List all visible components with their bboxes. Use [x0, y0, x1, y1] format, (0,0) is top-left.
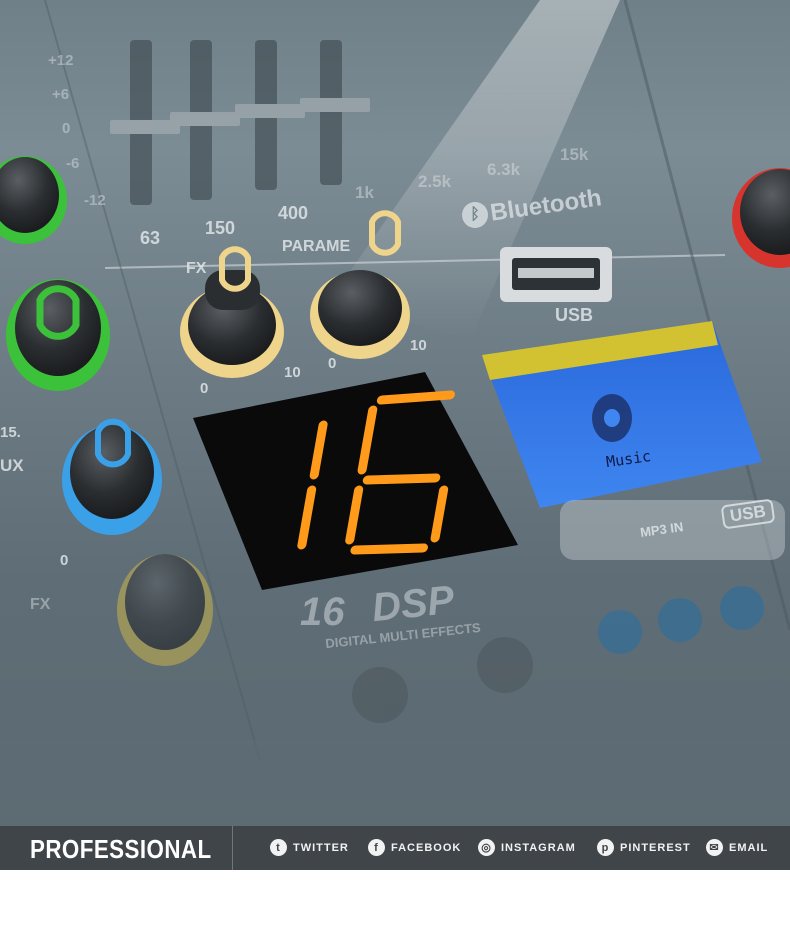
email-link[interactable]: ✉ EMAIL	[706, 839, 768, 856]
eq-freq-label: 63	[140, 228, 161, 248]
blue-knob	[62, 418, 162, 535]
knob-max-label: 10	[410, 337, 427, 354]
pinterest-icon: p	[597, 839, 614, 856]
fx-label-lower: FX	[30, 596, 51, 613]
eq-freq-label: 150	[205, 218, 236, 238]
aux-label: UX	[0, 456, 24, 475]
parameter-label: PARAME	[282, 238, 351, 255]
pinterest-link[interactable]: p PINTEREST	[597, 839, 691, 856]
facebook-label: FACEBOOK	[391, 841, 462, 854]
green-knob-mid	[6, 279, 110, 391]
yellow-knob-low	[117, 554, 213, 666]
eq-scale-label: -12	[84, 192, 106, 209]
lcd-screen	[482, 321, 762, 508]
brand-label: PROFESSIONAL	[30, 834, 212, 864]
footer-bar: PROFESSIONAL t TWITTER f FACEBOOK ◎ INST…	[0, 826, 790, 870]
eq-scale-label: 0	[62, 120, 71, 137]
eq-freq-label: 15k	[560, 145, 589, 164]
eq-scale-label: -6	[66, 155, 80, 172]
twitter-link[interactable]: t TWITTER	[270, 839, 349, 856]
email-icon: ✉	[706, 839, 723, 856]
eq-freq-label: 6.3k	[487, 160, 521, 179]
twitter-icon: t	[270, 839, 287, 856]
twitter-label: TWITTER	[293, 841, 349, 854]
usb-label: USB	[555, 305, 594, 325]
seven-segment-display	[193, 372, 518, 590]
fx-knob-right	[310, 210, 410, 359]
bluetooth-icon: ᛒ	[462, 202, 488, 228]
knob-min-label: 0	[328, 355, 337, 372]
knob-max-label: 10	[284, 364, 301, 381]
usb-port-graphic	[500, 247, 612, 302]
mixer-panel-graphic	[0, 0, 790, 826]
instagram-link[interactable]: ◎ INSTAGRAM	[478, 839, 576, 856]
knob-min-label: 0	[200, 380, 209, 397]
footer-divider	[232, 826, 233, 870]
knob-min-label: 0	[60, 552, 69, 569]
knob-fifteen-label: 15.	[0, 424, 21, 441]
eq-scale-label: +12	[48, 52, 74, 69]
eq-freq-label: 1k	[355, 183, 374, 202]
instagram-label: INSTAGRAM	[501, 841, 576, 854]
eq-faders	[110, 40, 370, 205]
instagram-icon: ◎	[478, 839, 495, 856]
fx-label: FX	[186, 260, 207, 277]
mixer-photo: +12 +6 0 -6 -12 63 150 400 1k 2.5k 6.3k …	[0, 0, 790, 826]
facebook-link[interactable]: f FACEBOOK	[368, 839, 461, 856]
dsp-number: 16	[300, 590, 345, 634]
pinterest-label: PINTEREST	[620, 841, 691, 854]
green-knob-top	[0, 156, 67, 244]
eq-freq-label: 400	[278, 203, 309, 223]
email-label: EMAIL	[729, 841, 769, 854]
facebook-icon: f	[368, 839, 385, 856]
eq-scale-label: +6	[52, 86, 70, 103]
red-knob	[732, 168, 790, 268]
eq-freq-label: 2.5k	[418, 172, 452, 191]
